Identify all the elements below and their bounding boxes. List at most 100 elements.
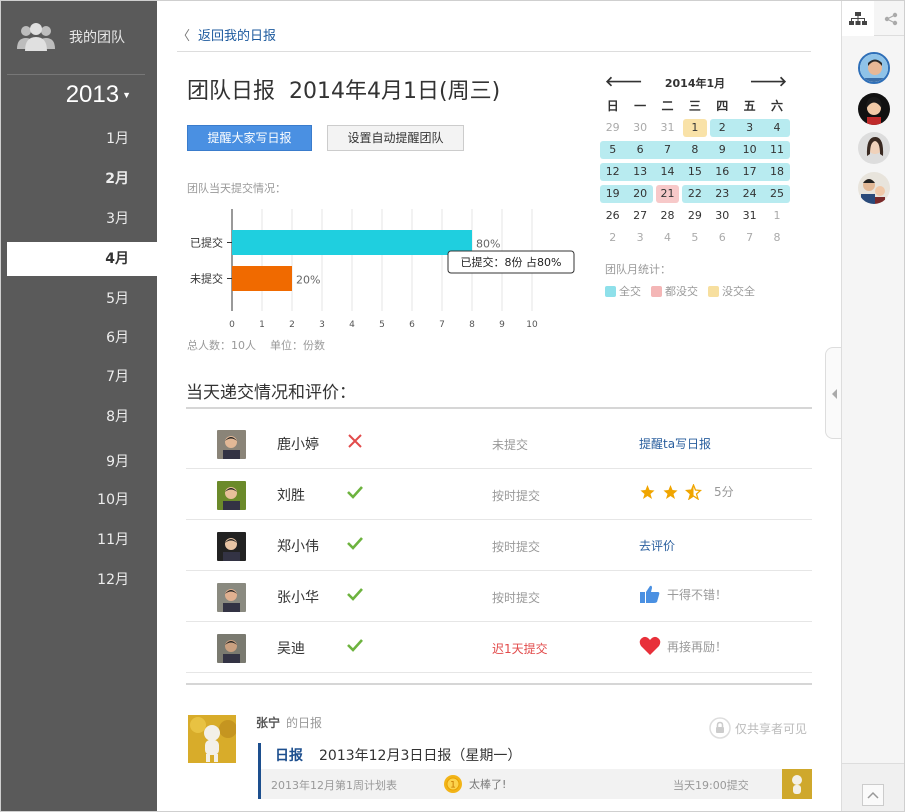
calendar-day[interactable]: 1	[763, 205, 790, 227]
month-item[interactable]: 10月	[7, 483, 157, 517]
report-card[interactable]: 日报 2013年12月3日日报（星期一） 2013年12月第1周计划表 1 太棒了…	[258, 743, 812, 799]
plan-link[interactable]: 2013年12月第1周计划表	[271, 777, 397, 793]
calendar-day[interactable]: 29	[599, 117, 626, 139]
calendar-day[interactable]: 2	[709, 117, 736, 139]
month-item[interactable]: 6月	[7, 321, 157, 355]
calendar-day[interactable]: 3	[736, 117, 763, 139]
legend-label: 全交	[619, 285, 641, 298]
calendar-day[interactable]: 23	[709, 183, 736, 205]
month-item[interactable]: 5月	[7, 282, 157, 316]
calendar-day[interactable]: 30	[709, 205, 736, 227]
rating-stars[interactable]: 5分	[639, 483, 734, 500]
calendar-day[interactable]: 18	[763, 161, 790, 183]
calendar-day[interactable]: 30	[626, 117, 653, 139]
day-number: 14	[660, 165, 675, 178]
member-name[interactable]: 刘胜	[277, 485, 305, 505]
my-team-link[interactable]: 我的团队	[15, 21, 125, 53]
month-item[interactable]: 3月	[7, 202, 157, 236]
calendar-day[interactable]: 7	[654, 139, 681, 161]
tab-share[interactable]	[875, 1, 904, 36]
remind-all-button[interactable]: 提醒大家写日报	[187, 125, 312, 151]
member-name[interactable]: 郑小伟	[277, 536, 319, 556]
calendar-day[interactable]: 14	[654, 161, 681, 183]
calendar-day[interactable]: 5	[599, 139, 626, 161]
year-selector[interactable]: 2013 ▼	[66, 81, 131, 109]
member-action-link[interactable]: 去评价	[639, 537, 675, 554]
calendar-day[interactable]: 6	[626, 139, 653, 161]
member-action-link[interactable]: 提醒ta写日报	[639, 435, 711, 452]
calendar-day[interactable]: 3	[626, 227, 653, 249]
calendar-day[interactable]: 28	[654, 205, 681, 227]
report-title[interactable]: 2013年12月3日日报（星期一）	[319, 748, 521, 764]
month-item[interactable]: 8月	[7, 400, 157, 434]
calendar-day[interactable]: 31	[654, 117, 681, 139]
calendar-day[interactable]: 11	[763, 139, 790, 161]
submitted-bar[interactable]	[232, 230, 472, 255]
calendar-day[interactable]: 6	[709, 227, 736, 249]
day-number: 26	[605, 209, 620, 222]
calendar-day[interactable]: 10	[736, 139, 763, 161]
calendar-day[interactable]: 21	[654, 183, 681, 205]
chart-footer: 总人数：10人 单位：份数	[187, 337, 339, 353]
report-thumbnail[interactable]	[782, 769, 812, 799]
author-avatar[interactable]	[188, 715, 236, 763]
back-link[interactable]: 〈返回我的日报	[177, 25, 276, 44]
member-avatar[interactable]	[217, 532, 246, 561]
x-tick-label: 10	[526, 320, 538, 330]
calendar-day[interactable]: 4	[654, 227, 681, 249]
member-avatar[interactable]	[217, 481, 246, 510]
calendar-day[interactable]: 16	[709, 161, 736, 183]
member-avatar[interactable]	[217, 583, 246, 612]
member-avatar-1[interactable]	[858, 52, 890, 84]
calendar-day[interactable]: 20	[626, 183, 653, 205]
member-avatar[interactable]	[217, 430, 246, 459]
calendar-day[interactable]: 26	[599, 205, 626, 227]
not-submitted-bar[interactable]	[232, 266, 292, 291]
calendar-day[interactable]: 12	[599, 161, 626, 183]
arrow-left-icon[interactable]: 🡐	[605, 73, 643, 90]
comment-good[interactable]: 干得不错！	[639, 584, 727, 604]
calendar-day[interactable]: 2	[599, 227, 626, 249]
month-item[interactable]: 9月	[7, 445, 157, 479]
calendar-day[interactable]: 1	[681, 117, 708, 139]
month-item[interactable]: 2月	[7, 162, 157, 196]
calendar-day[interactable]: 22	[681, 183, 708, 205]
calendar-day[interactable]: 7	[736, 227, 763, 249]
calendar-day[interactable]: 31	[736, 205, 763, 227]
month-item[interactable]: 7月	[7, 360, 157, 394]
comment-encourage[interactable]: 再接再励！	[639, 636, 727, 656]
calendar-day[interactable]: 25	[763, 183, 790, 205]
member-avatar-4[interactable]	[858, 172, 890, 204]
author-name[interactable]: 张宁	[256, 716, 280, 730]
calendar-day[interactable]: 8	[763, 227, 790, 249]
month-item[interactable]: 11月	[7, 523, 157, 557]
tab-org-chart[interactable]	[842, 1, 874, 36]
member-name[interactable]: 鹿小婷	[277, 434, 319, 454]
calendar-day[interactable]: 13	[626, 161, 653, 183]
auto-remind-button[interactable]: 设置自动提醒团队	[327, 125, 464, 151]
member-avatar[interactable]	[217, 634, 246, 663]
day-number: 1	[773, 209, 781, 222]
scroll-top-button[interactable]	[862, 784, 884, 806]
month-item[interactable]: 4月	[7, 242, 157, 276]
calendar-day[interactable]: 9	[709, 139, 736, 161]
calendar-day[interactable]: 17	[736, 161, 763, 183]
total-people: 总人数：10人	[187, 339, 256, 352]
member-avatar-3[interactable]	[858, 132, 890, 164]
calendar-day[interactable]: 29	[681, 205, 708, 227]
calendar-day[interactable]: 15	[681, 161, 708, 183]
sidebar-divider	[7, 74, 145, 75]
arrow-right-icon[interactable]: 🡒	[749, 73, 787, 90]
calendar-day[interactable]: 27	[626, 205, 653, 227]
member-avatar-2[interactable]	[858, 93, 890, 125]
month-item[interactable]: 12月	[7, 563, 157, 597]
calendar-day[interactable]: 4	[763, 117, 790, 139]
calendar-day[interactable]: 8	[681, 139, 708, 161]
member-name[interactable]: 吴迪	[277, 638, 305, 658]
calendar-day[interactable]: 19	[599, 183, 626, 205]
calendar-day[interactable]: 24	[736, 183, 763, 205]
day-number: 29	[605, 121, 620, 134]
month-item[interactable]: 1月	[7, 122, 157, 156]
calendar-day[interactable]: 5	[681, 227, 708, 249]
member-name[interactable]: 张小华	[277, 587, 319, 607]
